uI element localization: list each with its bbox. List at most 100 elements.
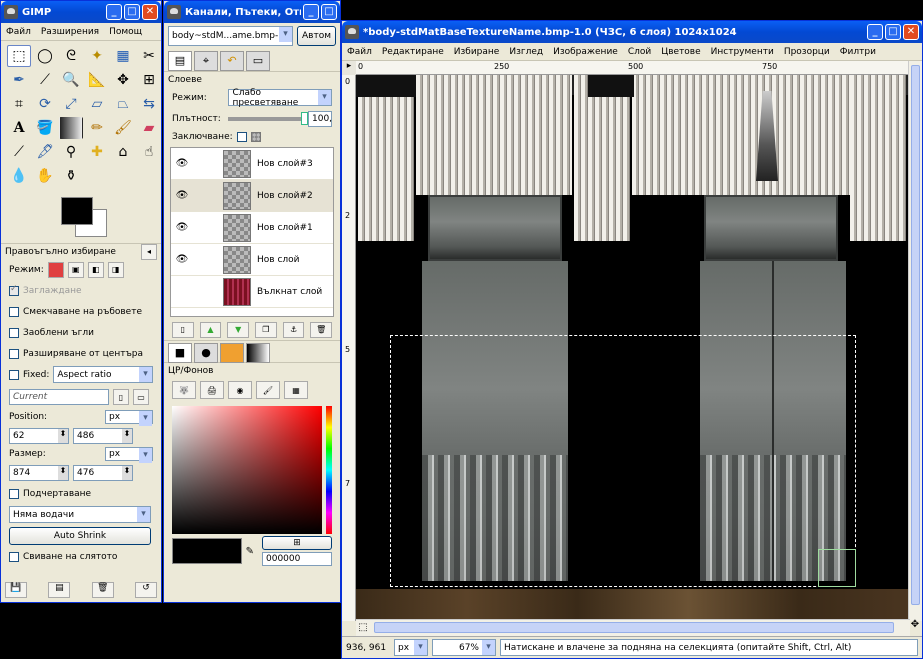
- selection-handle[interactable]: [818, 549, 856, 587]
- menu-arrow-icon[interactable]: ▸: [342, 61, 356, 75]
- highlight-checkbox[interactable]: [9, 488, 19, 499]
- maximize-button[interactable]: □: [885, 24, 901, 40]
- delete-layer-icon[interactable]: 🗑: [310, 321, 333, 338]
- fuzzy-select-icon[interactable]: ✦: [85, 45, 109, 67]
- layers-titlebar[interactable]: Канали, Пътеки, Отмя... _ □: [164, 1, 340, 23]
- close-button[interactable]: ✕: [142, 4, 158, 20]
- image-titlebar[interactable]: *body-stdMatBaseTextureName.bmp-1.0 (ЧЗС…: [342, 21, 922, 43]
- flip-icon[interactable]: ⇆: [137, 93, 161, 115]
- menu-extensions[interactable]: Разширения: [36, 27, 104, 37]
- layer-mode-dropdown[interactable]: Слабо пресветяване: [228, 88, 332, 108]
- lasso-icon[interactable]: ᘓ: [59, 45, 83, 67]
- color-picker-icon[interactable]: ⟋: [33, 69, 57, 91]
- expand-row[interactable]: Разширяване от центъра: [1, 343, 161, 364]
- anchor-layer-icon[interactable]: ⚓: [282, 321, 305, 338]
- menu-select[interactable]: Избиране: [449, 47, 505, 57]
- menu-help[interactable]: Помощ: [104, 27, 147, 37]
- layer-row[interactable]: Вълкнат слой: [171, 276, 333, 308]
- landscape-icon[interactable]: ▭: [133, 389, 149, 405]
- merged-row[interactable]: Свиване на слятото: [1, 546, 161, 567]
- menu-image[interactable]: Изображение: [548, 47, 623, 57]
- heal-icon[interactable]: ✚: [85, 141, 109, 163]
- mode-replace-icon[interactable]: [47, 261, 64, 278]
- lock-alpha-checkbox[interactable]: [236, 132, 247, 142]
- menu-view[interactable]: Изглед: [504, 47, 548, 57]
- menu-file[interactable]: Файл: [1, 27, 36, 37]
- dodge-icon[interactable]: ✋: [33, 165, 57, 187]
- new-layer-icon[interactable]: ▯: [172, 321, 194, 338]
- menu-colors[interactable]: Цветове: [656, 47, 705, 57]
- fixed-checkbox[interactable]: [9, 369, 19, 380]
- minimize-button[interactable]: _: [303, 4, 319, 20]
- menu-tools[interactable]: Инструменти: [706, 47, 779, 57]
- tab-layers-icon[interactable]: ▤: [168, 51, 192, 71]
- eyedropper-icon[interactable]: ✎: [246, 546, 254, 557]
- color-square[interactable]: [172, 406, 323, 534]
- current-field[interactable]: Current: [9, 389, 109, 405]
- quick-mask-icon[interactable]: ⬚: [356, 622, 370, 635]
- panel-menu-icon[interactable]: ◂: [141, 243, 157, 260]
- mode-add-icon[interactable]: ▣: [67, 261, 84, 278]
- horizontal-scrollbar[interactable]: ⬚: [356, 619, 910, 636]
- mode-intersect-icon[interactable]: ◨: [107, 261, 124, 278]
- navigate-icon[interactable]: ✥: [908, 619, 922, 636]
- close-button[interactable]: ✕: [903, 24, 919, 40]
- menu-edit[interactable]: Редактиране: [377, 47, 449, 57]
- scale-icon[interactable]: ⤢: [59, 93, 83, 115]
- smudge-icon[interactable]: ☝: [137, 141, 161, 163]
- foreground-color-swatch[interactable]: [61, 197, 93, 225]
- auto-button[interactable]: Автом: [296, 26, 336, 46]
- color-select-icon[interactable]: ▦: [111, 45, 135, 67]
- layer-row[interactable]: 👁 Нов слой#1: [171, 212, 333, 244]
- tab-patterns-icon[interactable]: [220, 343, 244, 363]
- toolbox-titlebar[interactable]: GIMP _ □ ✕: [1, 1, 161, 23]
- opacity-slider-handle[interactable]: [301, 111, 308, 125]
- ellipse-select-icon[interactable]: ◯: [33, 45, 57, 67]
- horizontal-scroll-thumb[interactable]: [374, 622, 894, 633]
- gimp-selector-icon[interactable]: 🐺: [172, 381, 196, 399]
- raise-layer-icon[interactable]: ▲: [199, 321, 222, 338]
- perspective-icon[interactable]: ⏢: [111, 93, 135, 115]
- merged-checkbox[interactable]: [9, 551, 19, 562]
- eye-icon[interactable]: 👁: [171, 190, 193, 201]
- measure-icon[interactable]: 📐: [85, 69, 109, 91]
- fixed-dropdown[interactable]: Aspect ratio: [53, 366, 153, 383]
- menu-windows[interactable]: Прозорци: [779, 47, 835, 57]
- blend-icon[interactable]: [59, 117, 83, 139]
- menu-layer[interactable]: Слой: [623, 47, 656, 57]
- layer-row[interactable]: 👁 Нов слой#2: [171, 180, 333, 212]
- ink-icon[interactable]: 🖋: [33, 141, 57, 163]
- rect-select-icon[interactable]: ⬚: [7, 45, 31, 67]
- tab-gradients-icon[interactable]: [246, 343, 270, 363]
- antialias-row[interactable]: Заглаждане: [1, 280, 161, 301]
- size-unit-dropdown[interactable]: px: [105, 447, 153, 463]
- portrait-icon[interactable]: ▯: [113, 389, 129, 405]
- scales-selector-icon[interactable]: ▦: [284, 381, 308, 399]
- expand-checkbox[interactable]: [9, 348, 19, 359]
- save-options-icon[interactable]: 💾: [5, 582, 27, 598]
- opacity-field[interactable]: 100,: [308, 110, 332, 127]
- vertical-scrollbar[interactable]: [908, 61, 922, 621]
- lower-layer-icon[interactable]: ▼: [227, 321, 250, 338]
- tab-paths-icon[interactable]: ▭: [246, 51, 270, 71]
- highlight-row[interactable]: Подчертаване: [1, 483, 161, 504]
- color-history-button[interactable]: ⊞: [262, 536, 332, 550]
- position-x-field[interactable]: 62: [9, 427, 69, 444]
- pencil-icon[interactable]: ✏: [85, 117, 109, 139]
- size-h-field[interactable]: 476: [73, 464, 133, 481]
- opacity-slider[interactable]: [227, 111, 308, 125]
- text-icon[interactable]: A: [7, 117, 31, 139]
- unit-dropdown[interactable]: px: [394, 639, 428, 656]
- maximize-button[interactable]: □: [321, 4, 337, 20]
- hue-strip[interactable]: [326, 406, 332, 534]
- shear-icon[interactable]: ▱: [85, 93, 109, 115]
- blur-icon[interactable]: 💧: [7, 165, 31, 187]
- current-color-swatch[interactable]: [172, 538, 242, 564]
- duplicate-layer-icon[interactable]: ❐: [255, 321, 277, 338]
- eraser-icon[interactable]: ▰: [137, 117, 161, 139]
- size-w-field[interactable]: 874: [9, 464, 69, 481]
- bucket-icon[interactable]: ⚱: [59, 165, 83, 187]
- tab-channels-icon[interactable]: ⌖: [194, 51, 218, 71]
- vertical-scroll-thumb[interactable]: [911, 65, 920, 605]
- minimize-button[interactable]: _: [867, 24, 883, 40]
